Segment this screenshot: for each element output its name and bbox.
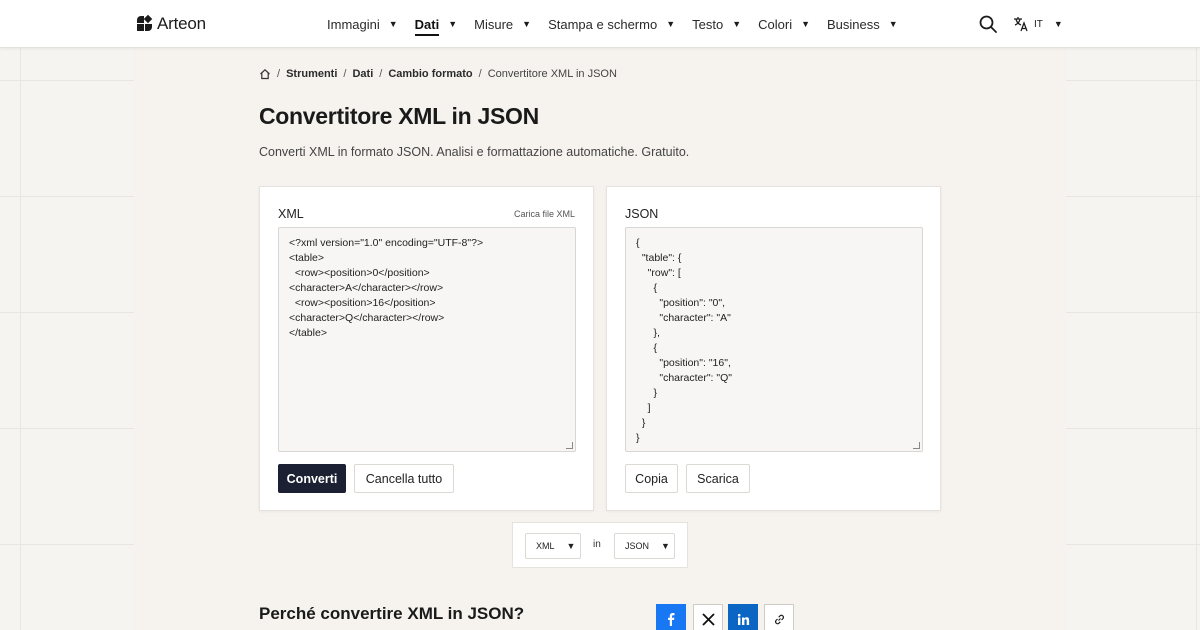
chevron-down-icon: ▼: [661, 541, 670, 551]
xml-panel-label: XML: [278, 207, 304, 221]
nav-item-testo[interactable]: Testo ▼: [692, 0, 741, 48]
nav-item-colori[interactable]: Colori ▼: [758, 0, 810, 48]
share-x-button[interactable]: [693, 604, 723, 630]
breadcrumb-item-strumenti[interactable]: Strumenti: [286, 68, 337, 80]
chevron-down-icon: ▼: [388, 19, 398, 29]
linkedin-icon: [737, 613, 749, 625]
translate-icon: [1014, 17, 1028, 32]
arteon-logo-icon: [137, 14, 153, 32]
chevron-down-icon: ▼: [448, 19, 458, 29]
chevron-down-icon: ▼: [522, 19, 532, 29]
chevron-down-icon: ▼: [566, 541, 576, 551]
breadcrumb-separator: /: [343, 68, 347, 80]
page-subtitle: Converti XML in formato JSON. Analisi e …: [259, 145, 690, 159]
convert-button[interactable]: Converti: [278, 464, 346, 493]
breadcrumb-item-current: Convertitore XML in JSON: [487, 68, 617, 80]
source-format-value: XML: [536, 541, 555, 551]
chevron-down-icon: ▼: [801, 19, 811, 29]
target-format-value: JSON: [625, 541, 650, 551]
x-icon: [701, 612, 715, 626]
nav-item-stampa-e-schermo[interactable]: Stampa e schermo ▼: [548, 0, 675, 48]
search-icon: [979, 15, 997, 33]
main-content: / Strumenti / Dati / Cambio formato / Co…: [134, 48, 1066, 630]
copy-link-button[interactable]: [764, 604, 794, 630]
nav-label: Colori: [758, 16, 793, 32]
breadcrumb-item-cambio-formato[interactable]: Cambio formato: [388, 68, 472, 80]
page-title: Convertitore XML in JSON: [259, 103, 539, 129]
nav-label: Business: [827, 16, 880, 32]
chevron-down-icon: ▼: [1053, 19, 1063, 29]
breadcrumb: / Strumenti / Dati / Cambio formato / Co…: [259, 68, 617, 80]
nav-label: Dati: [414, 17, 440, 36]
breadcrumb-separator: /: [379, 68, 383, 80]
source-format-select[interactable]: XML ▼: [525, 533, 581, 559]
main-nav: Immagini ▼ Dati ▼ Misure ▼ Stampa e sche…: [327, 0, 915, 48]
resize-handle[interactable]: [913, 442, 920, 449]
resize-handle[interactable]: [566, 442, 573, 449]
search-button[interactable]: [979, 15, 997, 33]
target-format-select[interactable]: JSON ▼: [614, 533, 675, 559]
chevron-down-icon: ▼: [888, 19, 898, 29]
language-selector[interactable]: IT ▼: [1013, 16, 1063, 32]
top-navigation-bar: Arteon Immagini ▼ Dati ▼ Misure ▼ Stampa…: [0, 0, 1200, 48]
nav-item-immagini[interactable]: Immagini ▼: [327, 0, 398, 48]
json-panel-label: JSON: [625, 207, 659, 221]
copy-button[interactable]: Copia: [625, 464, 678, 493]
nav-label: Immagini: [327, 16, 380, 32]
why-section-title: Perché convertire XML in JSON?: [259, 604, 525, 623]
breadcrumb-separator: /: [277, 68, 281, 80]
link-icon: [774, 614, 784, 624]
clear-all-button[interactable]: Cancella tutto: [354, 464, 454, 493]
chevron-down-icon: ▼: [666, 19, 676, 29]
nav-item-business[interactable]: Business ▼: [827, 0, 898, 48]
xml-input-panel: XML Carica file XML <?xml version="1.0" …: [259, 186, 594, 511]
xml-input-textarea[interactable]: <?xml version="1.0" encoding="UTF-8"?> <…: [278, 227, 576, 452]
download-button[interactable]: Scarica: [686, 464, 750, 493]
language-code: IT: [1034, 18, 1043, 30]
json-output-textarea[interactable]: { "table": { "row": [ { "position": "0",…: [625, 227, 923, 452]
nav-label: Stampa e schermo: [548, 16, 658, 32]
chevron-down-icon: ▼: [732, 19, 742, 29]
breadcrumb-separator: /: [478, 68, 482, 80]
format-selector: XML ▼ in JSON ▼: [512, 522, 688, 568]
share-facebook-button[interactable]: [656, 604, 686, 630]
brand-logo[interactable]: Arteon: [137, 14, 206, 34]
json-output-panel: JSON { "table": { "row": [ { "position":…: [606, 186, 941, 511]
nav-label: Misure: [474, 16, 514, 32]
upload-xml-file-link[interactable]: Carica file XML: [514, 209, 575, 219]
share-linkedin-button[interactable]: [728, 604, 758, 630]
brand-name: Arteon: [157, 14, 206, 33]
breadcrumb-item-dati[interactable]: Dati: [352, 68, 373, 80]
nav-item-dati[interactable]: Dati ▼: [414, 0, 458, 48]
nav-item-misure[interactable]: Misure ▼: [474, 0, 531, 48]
home-icon[interactable]: [259, 68, 271, 80]
nav-label: Testo: [692, 16, 724, 32]
facebook-icon: [668, 613, 675, 626]
format-connector: in: [593, 539, 601, 550]
